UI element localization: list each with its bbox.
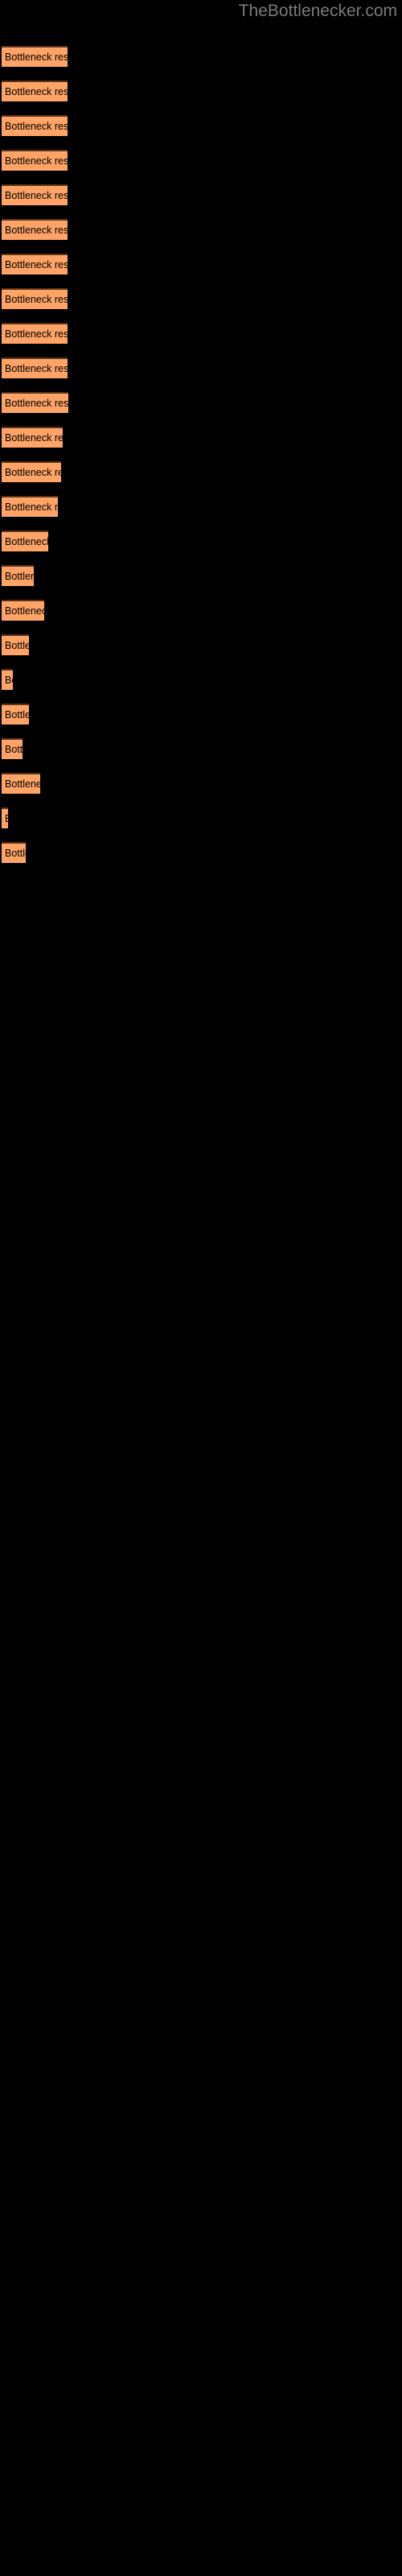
bar-label-1: Bottleneck result	[5, 51, 68, 63]
bar-9: Bottleneck result	[2, 323, 68, 344]
bar-21: Bottleneck result	[2, 738, 23, 759]
bar-label-16: Bottleneck result	[5, 570, 34, 582]
bar-label-13: Bottleneck result	[5, 466, 61, 478]
bar-20: Bottleneck result	[2, 704, 29, 724]
bar-4: Bottleneck result	[2, 150, 68, 171]
bar-23: Bottleneck result	[2, 807, 8, 828]
bar-label-5: Bottleneck result	[5, 189, 68, 201]
bar-label-19: Bottleneck result	[5, 674, 13, 686]
bar-6: Bottleneck result	[2, 219, 68, 240]
bar-1: Bottleneck result	[2, 46, 68, 67]
bar-14: Bottleneck result	[2, 496, 58, 517]
bar-22: Bottleneck result	[2, 773, 40, 794]
bar-label-22: Bottleneck result	[5, 778, 40, 790]
bar-5: Bottleneck result	[2, 184, 68, 205]
bar-8: Bottleneck result	[2, 288, 68, 309]
bar-label-3: Bottleneck result	[5, 120, 68, 132]
bar-label-8: Bottleneck result	[5, 293, 68, 305]
bar-label-17: Bottleneck result	[5, 605, 44, 617]
bar-label-23: Bottleneck result	[5, 814, 8, 824]
bar-15: Bottleneck result	[2, 530, 48, 551]
bar-18: Bottleneck result	[2, 634, 29, 655]
bar-label-11: Bottleneck result	[5, 397, 68, 409]
bar-label-2: Bottleneck result	[5, 85, 68, 97]
bar-label-6: Bottleneck result	[5, 224, 68, 236]
bar-label-21: Bottleneck result	[5, 743, 23, 755]
bar-label-14: Bottleneck result	[5, 501, 58, 513]
bar-label-9: Bottleneck result	[5, 328, 68, 340]
bar-24: Bottleneck result	[2, 842, 26, 863]
bar-label-10: Bottleneck result	[5, 362, 68, 374]
bar-11: Bottleneck result	[2, 392, 68, 413]
bar-19: Bottleneck result	[2, 669, 13, 690]
bar-3: Bottleneck result	[2, 115, 68, 136]
bar-10: Bottleneck result	[2, 357, 68, 378]
bar-17: Bottleneck result	[2, 600, 44, 621]
bar-label-18: Bottleneck result	[5, 639, 29, 651]
bar-label-20: Bottleneck result	[5, 708, 29, 720]
bar-label-24: Bottleneck result	[5, 847, 26, 859]
bar-7: Bottleneck result	[2, 254, 68, 275]
bar-label-7: Bottleneck result	[5, 258, 68, 270]
bar-2: Bottleneck result	[2, 80, 68, 101]
bars-container: Bottleneck result Bottleneck result Bottle…	[0, 0, 402, 2576]
bar-12: Bottleneck result	[2, 427, 63, 448]
bar-16: Bottleneck result	[2, 565, 34, 586]
bar-label-12: Bottleneck result	[5, 431, 63, 444]
bar-13: Bottleneck result	[2, 461, 61, 482]
bar-label-4: Bottleneck result	[5, 155, 68, 167]
bar-label-15: Bottleneck result	[5, 535, 48, 547]
bottleneck-bar-chart: TheBottlenecker.com Bottleneck resultBot…	[0, 0, 402, 2576]
